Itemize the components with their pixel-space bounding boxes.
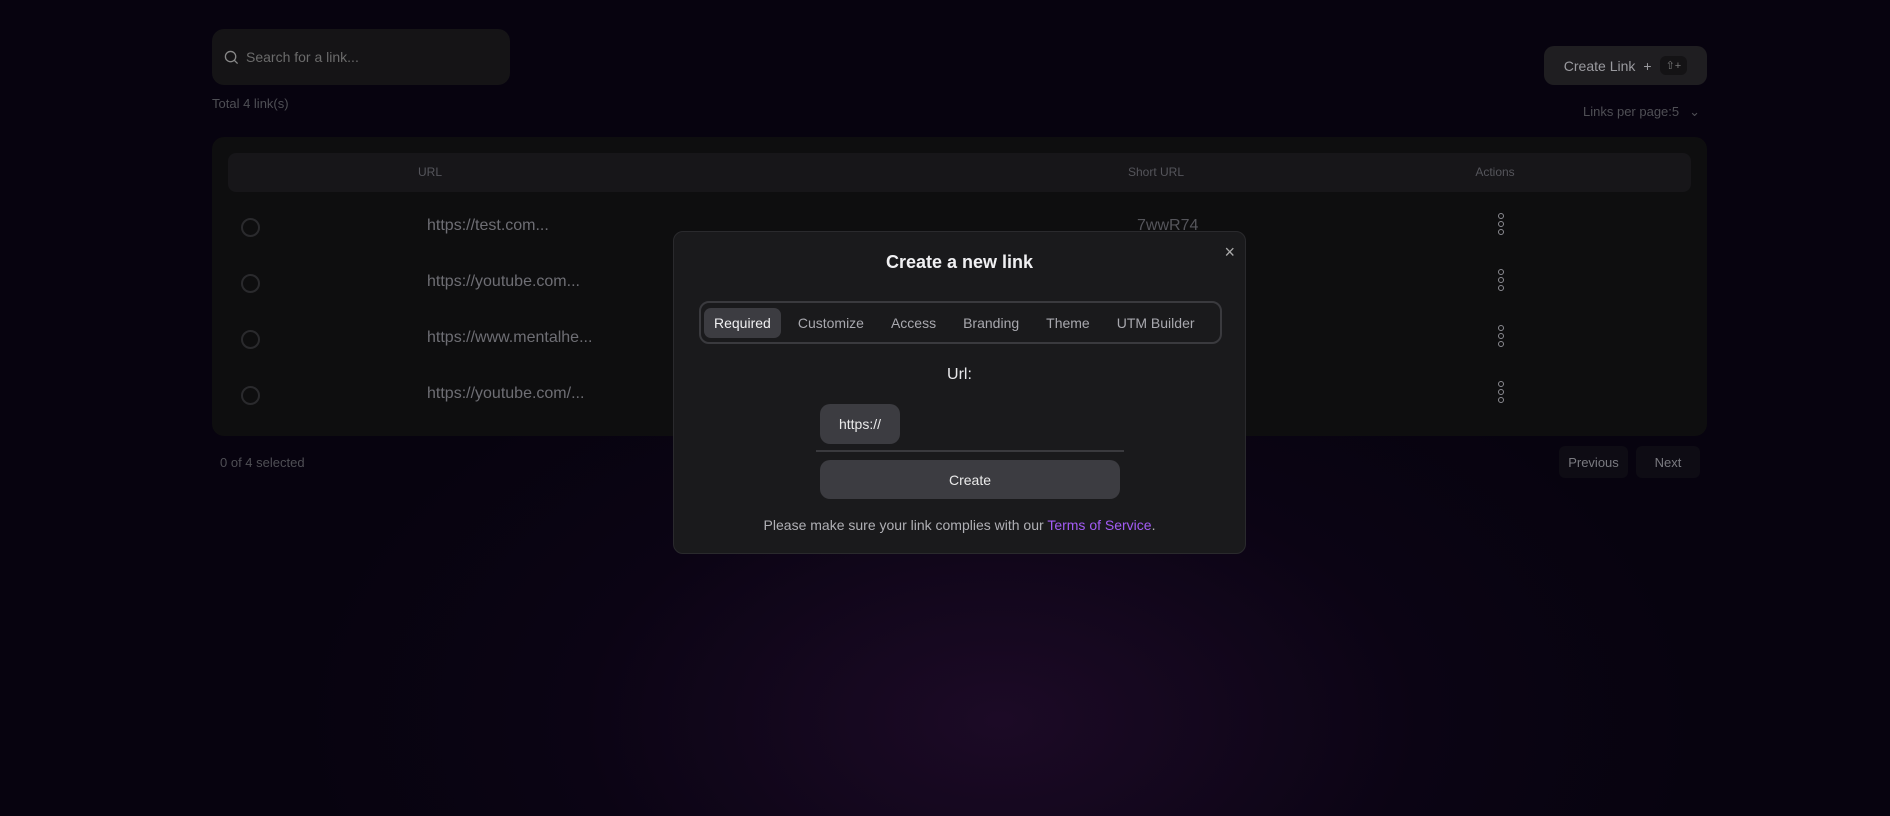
header-short-url: Short URL [1128,165,1185,179]
tab-utm-builder[interactable]: UTM Builder [1107,308,1205,338]
row-checkbox[interactable] [241,274,260,293]
more-vertical-icon[interactable] [1498,381,1504,403]
more-vertical-icon[interactable] [1498,269,1504,291]
previous-button[interactable]: Previous [1559,446,1628,478]
tab-access[interactable]: Access [881,308,946,338]
terms-of-service-link[interactable]: Terms of Service [1047,517,1151,533]
url-input[interactable] [906,406,1134,442]
shortcut-badge: ⇧+ [1659,56,1688,75]
url-prefix: https:// [820,404,900,444]
search-input[interactable] [246,49,496,65]
next-button[interactable]: Next [1636,446,1700,478]
tab-required[interactable]: Required [704,307,781,338]
url-label: Url: [947,366,972,383]
notice-period: . [1151,517,1156,533]
table-header: URL Short URL Actions [228,153,1691,192]
search-icon [224,50,239,64]
links-per-page-label: Links per page:5 [1583,104,1680,119]
tab-customize[interactable]: Customize [788,308,874,338]
notice-text: Please make sure your link complies with… [763,517,1048,533]
create-link-dialog: Create a new link × Required Customize A… [673,231,1246,554]
search-box[interactable] [212,29,510,85]
terms-notice: Please make sure your link complies with… [674,517,1245,533]
row-url[interactable]: https://youtube.com... [427,273,580,291]
dialog-title: Create a new link [885,252,1034,272]
create-button[interactable]: Create [820,460,1120,499]
create-link-label: Create Link [1563,57,1636,74]
plus-icon: + [1643,57,1652,74]
header-actions: Actions [1475,165,1515,179]
total-links: Total 4 link(s) [212,96,289,111]
close-icon[interactable]: × [1224,242,1235,263]
tab-theme[interactable]: Theme [1036,308,1100,338]
header-url: URL [418,165,443,179]
chevron-down-icon: ⌄ [1689,104,1701,119]
row-url[interactable]: https://test.com... [427,217,549,235]
more-vertical-icon[interactable] [1498,325,1504,347]
row-checkbox[interactable] [241,330,260,349]
links-per-page-select[interactable]: Links per page:5 ⌄ [1583,104,1700,120]
row-checkbox[interactable] [241,218,260,237]
dialog-tabs: Required Customize Access Branding Theme… [699,301,1222,344]
row-url[interactable]: https://youtube.com/... [427,385,584,403]
url-input-underline [816,450,1124,452]
create-link-button[interactable]: Create Link + ⇧+ [1544,46,1707,85]
more-vertical-icon[interactable] [1498,213,1504,235]
row-checkbox[interactable] [241,386,260,405]
selection-count: 0 of 4 selected [220,455,305,470]
row-url[interactable]: https://www.mentalhe... [427,329,592,347]
tab-branding[interactable]: Branding [953,308,1029,338]
